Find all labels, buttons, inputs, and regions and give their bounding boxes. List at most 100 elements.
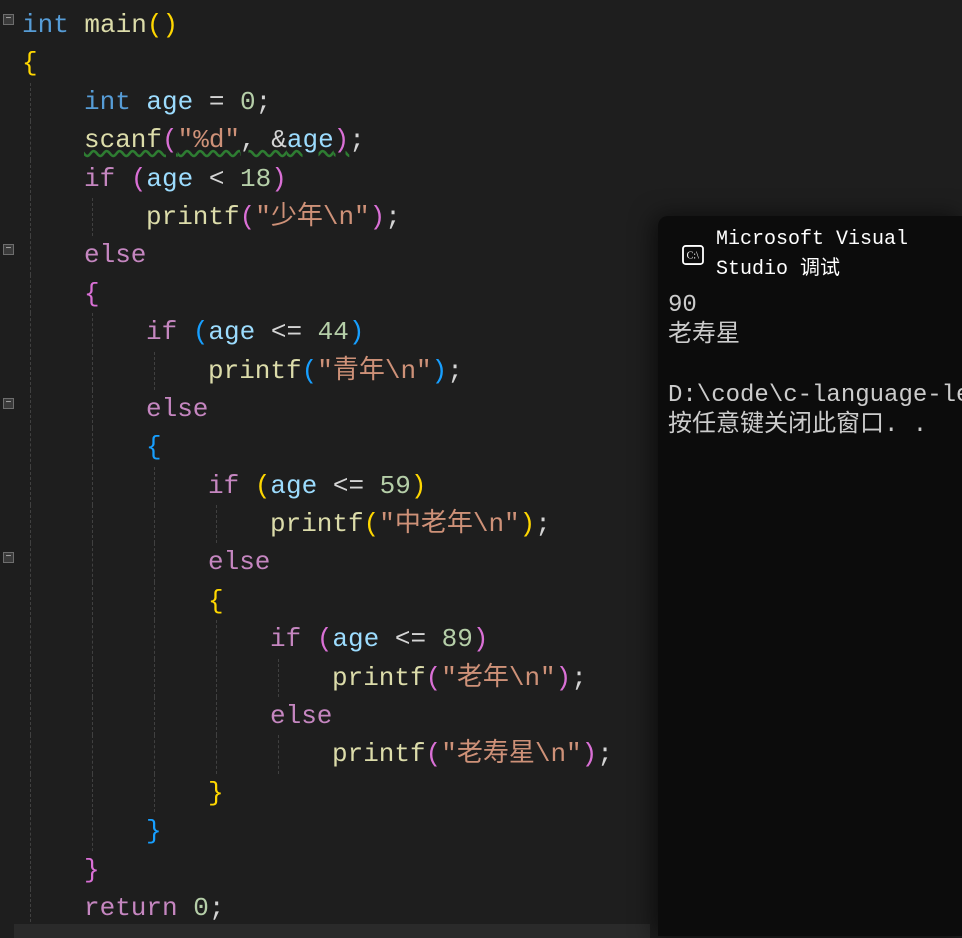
indent-guide — [154, 659, 155, 697]
code-editor[interactable]: −−−− int main(){int age = 0;scanf("%d", … — [0, 0, 650, 938]
fold-toggle[interactable]: − — [3, 244, 14, 255]
indent-guide — [92, 620, 93, 658]
code-token: main — [84, 10, 146, 40]
code-token: ( — [193, 317, 209, 347]
code-body[interactable]: int main(){int age = 0;scanf("%d", &age)… — [22, 6, 613, 927]
code-line[interactable]: { — [22, 582, 613, 620]
code-token: { — [146, 432, 162, 462]
code-token: age — [332, 624, 379, 654]
indent-guide — [30, 812, 31, 850]
code-token: 0 — [240, 87, 256, 117]
fold-toggle[interactable]: − — [3, 14, 14, 25]
code-token: scanf — [84, 125, 162, 155]
code-line[interactable]: printf("老寿星\n"); — [22, 735, 613, 773]
code-token: "少年\n" — [255, 202, 369, 232]
code-line[interactable]: else — [22, 697, 613, 735]
code-token: ) — [334, 125, 350, 155]
code-token: return — [84, 893, 193, 923]
code-line[interactable]: else — [22, 236, 613, 274]
code-line[interactable]: scanf("%d", &age); — [22, 121, 613, 159]
code-line[interactable]: { — [22, 275, 613, 313]
indent-guide — [92, 428, 93, 466]
indent-guide — [154, 543, 155, 581]
indent-guide — [154, 697, 155, 735]
code-line[interactable]: } — [22, 851, 613, 889]
code-token: int — [84, 87, 146, 117]
console-titlebar[interactable]: C:\ Microsoft Visual Studio 调试 — [658, 216, 962, 287]
code-line[interactable]: } — [22, 774, 613, 812]
code-line[interactable]: { — [22, 428, 613, 466]
code-token: ; — [447, 356, 463, 386]
indent-guide — [30, 275, 31, 313]
indent-guide — [30, 505, 31, 543]
code-token: ; — [535, 509, 551, 539]
fold-gutter: − − − − — [0, 0, 18, 938]
indent-guide — [30, 121, 31, 159]
indent-guide — [92, 505, 93, 543]
indent-guide — [216, 735, 217, 773]
code-token: printf — [270, 509, 364, 539]
code-token: "老年\n" — [441, 663, 555, 693]
code-token: = — [193, 87, 240, 117]
code-line[interactable]: printf("青年\n"); — [22, 352, 613, 390]
indent-guide — [30, 236, 31, 274]
code-token: < — [193, 164, 240, 194]
indent-guide — [30, 160, 31, 198]
indent-guide — [154, 620, 155, 658]
horizontal-scrollbar[interactable] — [14, 924, 650, 938]
indent-guide — [278, 735, 279, 773]
code-line[interactable]: int main() — [22, 6, 613, 44]
indent-guide — [154, 735, 155, 773]
code-line[interactable]: { — [22, 44, 613, 82]
code-line[interactable]: if (age <= 44) — [22, 313, 613, 351]
indent-guide — [30, 352, 31, 390]
indent-guide — [92, 543, 93, 581]
indent-guide — [30, 83, 31, 121]
code-token: ( — [317, 624, 333, 654]
code-token: printf — [332, 739, 426, 769]
indent-guide — [30, 198, 31, 236]
code-token: if — [208, 471, 255, 501]
code-line[interactable]: } — [22, 812, 613, 850]
code-token: ) — [520, 509, 536, 539]
indent-guide — [30, 313, 31, 351]
code-line[interactable]: if (age <= 89) — [22, 620, 613, 658]
indent-guide — [30, 735, 31, 773]
console-output[interactable]: 90 老寿星 D:\code\c-language-le 按任意键关闭此窗口. … — [658, 287, 962, 441]
indent-guide — [92, 198, 93, 236]
code-line[interactable]: if (age <= 59) — [22, 467, 613, 505]
indent-guide — [92, 467, 93, 505]
indent-guide — [30, 620, 31, 658]
code-token: ; — [597, 739, 613, 769]
code-token: if — [84, 164, 131, 194]
code-line[interactable]: else — [22, 543, 613, 581]
indent-guide — [30, 774, 31, 812]
indent-guide — [154, 352, 155, 390]
code-token: "老寿星\n" — [441, 739, 581, 769]
code-line[interactable]: printf("老年\n"); — [22, 659, 613, 697]
code-line[interactable]: if (age < 18) — [22, 160, 613, 198]
code-token: ( — [240, 202, 256, 232]
indent-guide — [154, 774, 155, 812]
code-token: printf — [208, 356, 302, 386]
indent-guide — [30, 582, 31, 620]
code-token: ( — [255, 471, 271, 501]
fold-toggle[interactable]: − — [3, 552, 14, 563]
indent-guide — [30, 390, 31, 428]
code-line[interactable]: return 0; — [22, 889, 613, 927]
code-line[interactable]: int age = 0; — [22, 83, 613, 121]
code-token: ; — [256, 87, 272, 117]
code-line[interactable]: else — [22, 390, 613, 428]
indent-guide — [216, 659, 217, 697]
code-line[interactable]: printf("少年\n"); — [22, 198, 613, 236]
code-line[interactable]: printf("中老年\n"); — [22, 505, 613, 543]
debug-console-window[interactable]: C:\ Microsoft Visual Studio 调试 90 老寿星 D:… — [658, 216, 962, 936]
code-token: ) — [473, 624, 489, 654]
code-token: if — [146, 317, 193, 347]
indent-guide — [216, 620, 217, 658]
code-token: ) — [411, 471, 427, 501]
indent-guide — [92, 582, 93, 620]
code-token: age — [146, 164, 193, 194]
fold-toggle[interactable]: − — [3, 398, 14, 409]
code-token: ) — [432, 356, 448, 386]
